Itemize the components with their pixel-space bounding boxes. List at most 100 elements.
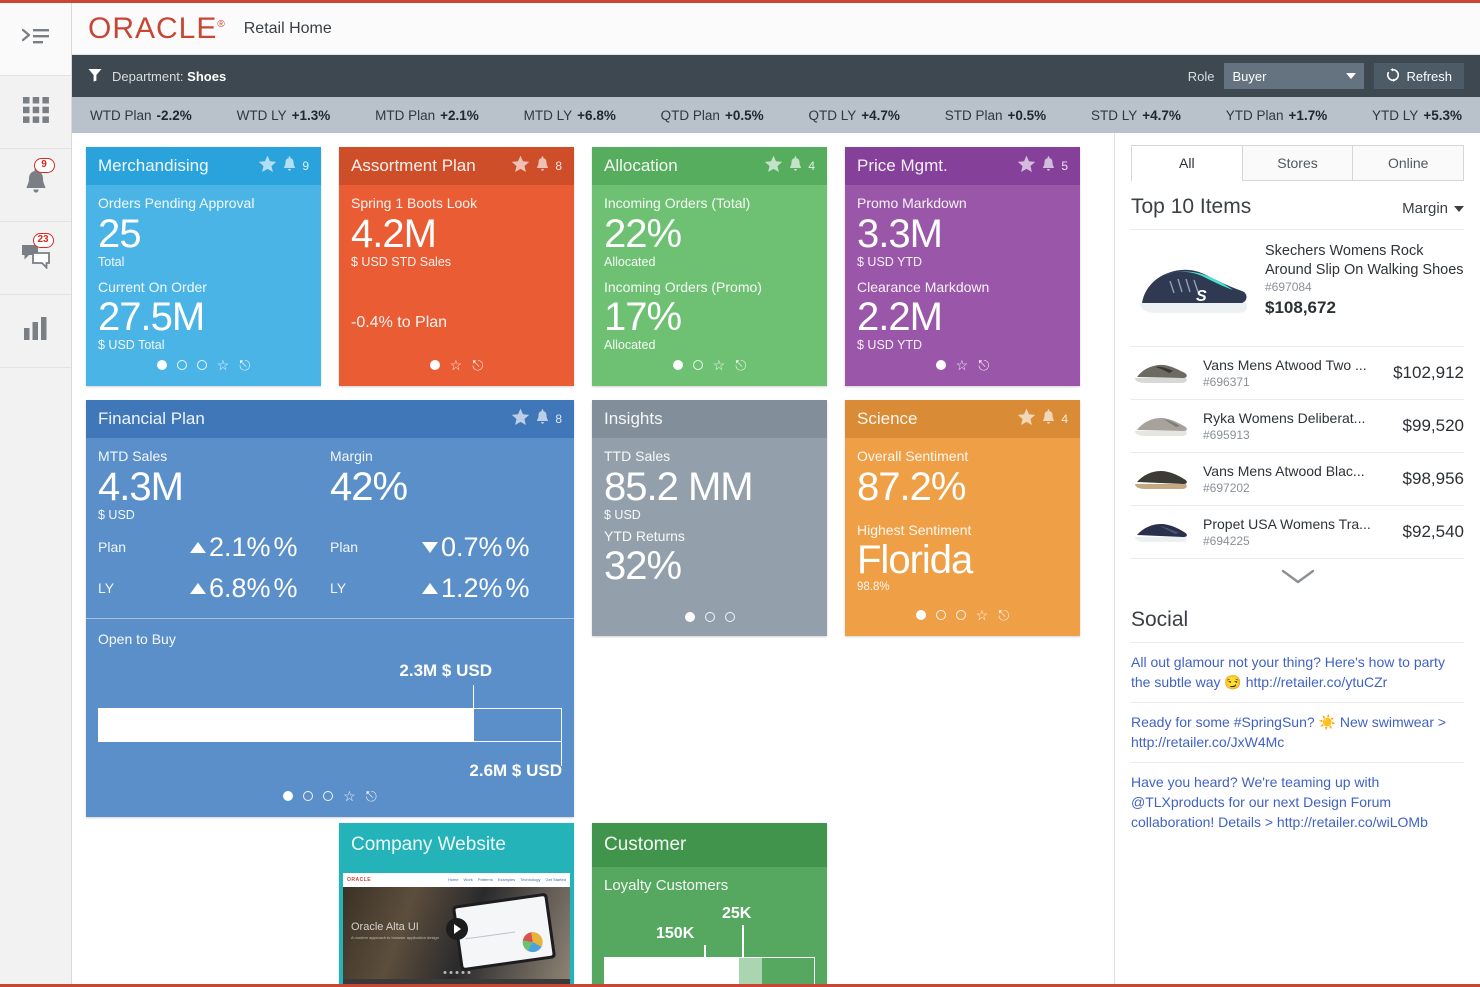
list-item[interactable]: Vans Mens Atwood Two ... #696371 $102,91…: [1131, 346, 1464, 399]
sidebar-item-reports[interactable]: [0, 295, 71, 368]
carousel-dot-1[interactable]: [685, 612, 695, 622]
carousel-dot-1[interactable]: [157, 360, 167, 370]
tile-carousel-dots[interactable]: ☆ ⎋: [857, 602, 1068, 630]
carousel-dot-1[interactable]: [430, 360, 440, 370]
sidebar-item-menu-toggle[interactable]: [0, 3, 71, 76]
tile-carousel-dots[interactable]: ☆ ⎋: [98, 783, 562, 811]
social-post[interactable]: Have you heard? We're teaming up with @T…: [1131, 762, 1464, 842]
item-price: $92,540: [1403, 522, 1464, 542]
play-button-icon[interactable]: [446, 918, 468, 940]
carousel-dot-2[interactable]: [705, 612, 715, 622]
favorite-star-outline-icon[interactable]: ☆: [217, 358, 230, 372]
item-price: $99,520: [1403, 416, 1464, 436]
tile-science[interactable]: Science 4 Overall Sentiment 87.2% Highes…: [845, 400, 1080, 636]
metric-label: Clearance Markdown: [857, 279, 1068, 297]
tile-assortment-plan[interactable]: Assortment Plan 8 Spring 1 Boots Look 4.…: [339, 147, 574, 386]
carousel-dot-1[interactable]: [916, 610, 926, 620]
carousel-dot-2[interactable]: [936, 610, 946, 620]
list-item[interactable]: Vans Mens Atwood Blac... #697202 $98,956: [1131, 452, 1464, 505]
preview-nav-link: Examples: [498, 877, 516, 882]
alert-bell-outline-icon[interactable]: ⎋: [472, 358, 483, 372]
favorite-star-outline-icon[interactable]: ☆: [956, 358, 969, 372]
tile-carousel-dots[interactable]: ☆ ⎋: [857, 352, 1068, 380]
alert-bell-icon[interactable]: [1041, 156, 1056, 177]
metric-value: 4.3M: [98, 466, 330, 508]
list-item[interactable]: Propet USA Womens Tra... #694225 $92,540: [1131, 505, 1464, 558]
favorite-star-icon[interactable]: [1017, 408, 1036, 431]
item-details: Vans Mens Atwood Blac... #697202: [1203, 463, 1393, 496]
carousel-dot-1[interactable]: [936, 360, 946, 370]
tile-alert-count: 8: [555, 159, 562, 173]
open-to-buy-label: Open to Buy: [98, 631, 562, 647]
sidebar-item-apps[interactable]: [0, 76, 71, 149]
carousel-dot-2[interactable]: [693, 360, 703, 370]
tile-carousel-dots[interactable]: [604, 606, 815, 630]
favorite-star-outline-icon[interactable]: ☆: [713, 358, 726, 372]
favorite-star-icon[interactable]: [764, 155, 783, 178]
favorite-star-icon[interactable]: [511, 408, 530, 431]
bar-secondary-fill: [739, 957, 762, 984]
alert-bell-outline-icon[interactable]: ⎋: [978, 358, 989, 372]
carousel-dot-1[interactable]: [283, 791, 293, 801]
alert-bell-outline-icon[interactable]: ⎋: [998, 608, 1009, 622]
sidebar-item-notifications[interactable]: 9: [0, 149, 71, 222]
tile-customer[interactable]: Customer Loyalty Customers 25K 150K: [592, 823, 827, 985]
refresh-button[interactable]: Refresh: [1374, 63, 1464, 89]
filter-group[interactable]: Department: Shoes: [88, 68, 226, 85]
social-post[interactable]: Ready for some #SpringSun? ☀️ New swimwe…: [1131, 702, 1464, 762]
alert-bell-icon[interactable]: [282, 156, 297, 177]
alert-bell-outline-icon[interactable]: ⎋: [239, 358, 250, 372]
preview-hero: Oracle Alta UI A modern approach to brow…: [343, 887, 570, 979]
oracle-logo[interactable]: ORACLE®: [88, 14, 226, 44]
tab-online[interactable]: Online: [1352, 145, 1464, 180]
carousel-dot-2[interactable]: [177, 360, 187, 370]
tile-company-website[interactable]: Company Website ORACLE Home Work Pattern…: [339, 823, 574, 985]
favorite-star-icon[interactable]: [511, 155, 530, 178]
favorite-star-outline-icon[interactable]: ☆: [976, 608, 989, 622]
alert-bell-icon[interactable]: [535, 409, 550, 430]
tile-carousel-dots[interactable]: ☆ ⎋: [98, 352, 309, 380]
preview-strip: [343, 979, 570, 985]
tile-allocation[interactable]: Allocation 4 Incoming Orders (Total) 22%…: [592, 147, 827, 386]
favorite-star-outline-icon[interactable]: ☆: [450, 358, 463, 372]
list-item[interactable]: Ryka Womens Deliberat... #695913 $99,520: [1131, 399, 1464, 452]
alert-bell-outline-icon[interactable]: ⎋: [366, 789, 377, 803]
metric-value: 85.2 MM: [604, 466, 815, 508]
sidebar-item-messages[interactable]: 23: [0, 222, 71, 295]
tile-title: Financial Plan: [98, 409, 205, 429]
tile-carousel-dots[interactable]: ☆ ⎋: [604, 352, 815, 380]
tile-financial-plan[interactable]: Financial Plan 8 MTD Sales 4.3M: [86, 400, 574, 817]
carousel-dot-3[interactable]: [323, 791, 333, 801]
tile-merchandising[interactable]: Merchandising 9 Orders Pending Approval …: [86, 147, 321, 386]
arrow-up-icon: [422, 583, 438, 594]
carousel-dot-3[interactable]: [725, 612, 735, 622]
alert-bell-icon[interactable]: [535, 156, 550, 177]
carousel-dot-3[interactable]: [956, 610, 966, 620]
favorite-star-outline-icon[interactable]: ☆: [343, 789, 356, 803]
social-section-title: Social: [1131, 602, 1464, 642]
alert-bell-outline-icon[interactable]: ⎋: [735, 358, 746, 372]
tile-header: Customer: [592, 823, 827, 867]
tile-body: TTD Sales 85.2 MM $ USD YTD Returns 32%: [592, 438, 827, 636]
tab-all[interactable]: All: [1131, 145, 1243, 180]
favorite-star-icon[interactable]: [258, 155, 277, 178]
role-select[interactable]: Buyer: [1224, 63, 1364, 89]
carousel-dot-1[interactable]: [673, 360, 683, 370]
expand-list-button[interactable]: [1131, 558, 1464, 602]
sort-by-select[interactable]: Margin: [1402, 200, 1464, 217]
website-preview-thumbnail[interactable]: ORACLE Home Work Patterns Examples Techn…: [343, 873, 570, 985]
alert-bell-icon[interactable]: [788, 156, 803, 177]
tile-title: Allocation: [604, 156, 678, 176]
alert-bell-icon[interactable]: [1041, 409, 1056, 430]
carousel-dot-2[interactable]: [303, 791, 313, 801]
tile-insights[interactable]: Insights TTD Sales 85.2 MM $ USD YTD Ret…: [592, 400, 827, 636]
carousel-dot-3[interactable]: [197, 360, 207, 370]
social-post[interactable]: All out glamour not your thing? Here's h…: [1131, 642, 1464, 702]
preview-nav-link: Technology: [520, 877, 540, 882]
tile-header: Allocation 4: [592, 147, 827, 185]
tab-stores[interactable]: Stores: [1242, 145, 1354, 180]
list-item[interactable]: S Skechers Womens Rock Around Slip On Wa…: [1131, 229, 1464, 346]
tile-price-mgmt[interactable]: Price Mgmt. 5 Promo Markdown 3.3M $ USD …: [845, 147, 1080, 386]
favorite-star-icon[interactable]: [1017, 155, 1036, 178]
tile-carousel-dots[interactable]: ☆ ⎋: [351, 352, 562, 380]
